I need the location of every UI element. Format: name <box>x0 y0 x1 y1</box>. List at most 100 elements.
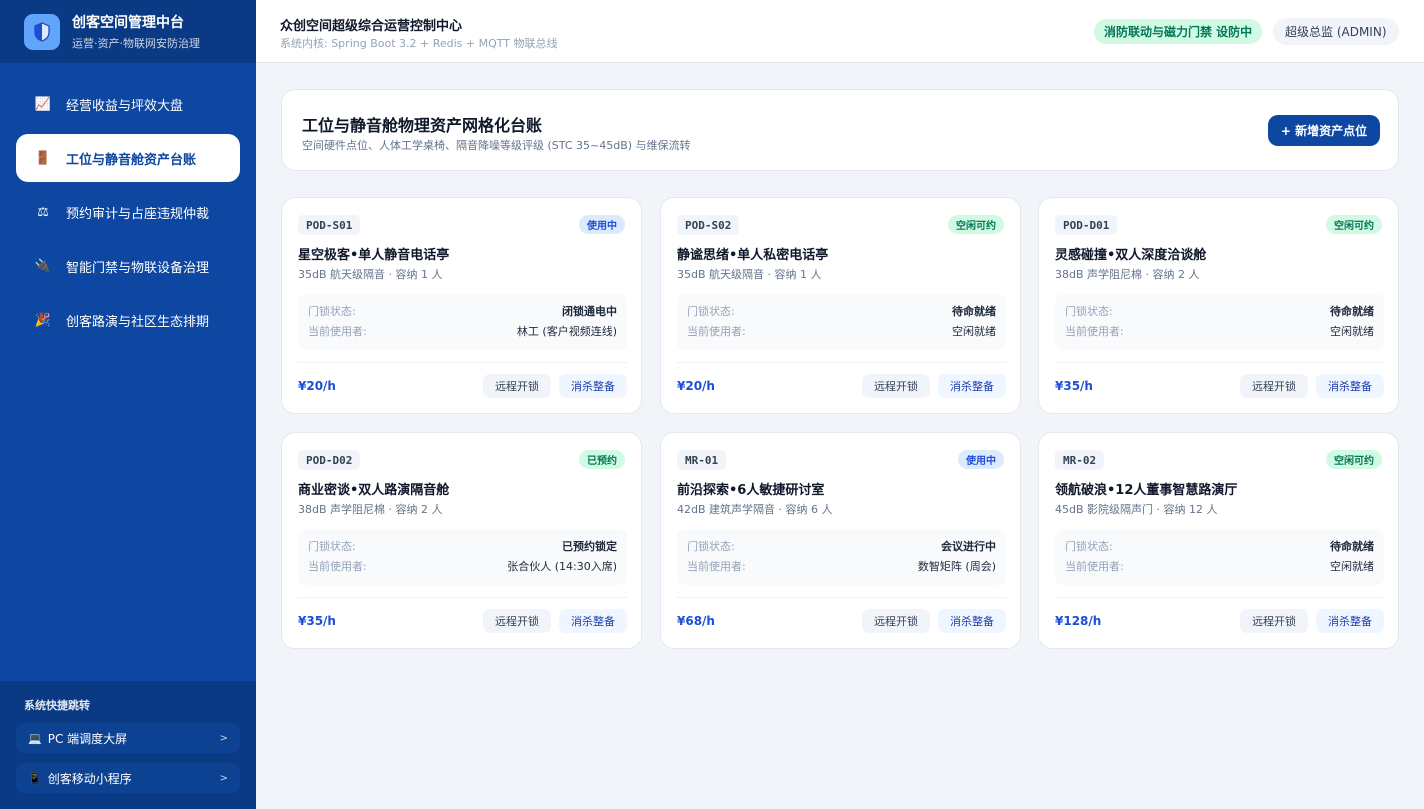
current-user-row: 当前使用者: 空闲就绪 <box>1065 321 1374 341</box>
sanitize-button[interactable]: 消杀整备 <box>938 609 1006 633</box>
asset-info-panel: 门锁状态: 待命就绪当前使用者: 空闲就绪 <box>1055 294 1384 350</box>
sidebar: 创客空间管理中台 运营·资产·物联网安防治理 📈 经营收益与坪效大盘 🚪 工位与… <box>0 0 256 809</box>
sidebar-item-label: 创客路演与社区生态排期 <box>66 314 210 330</box>
lock-status-row: 门锁状态: 会议进行中 <box>687 536 996 556</box>
status-badge: 使用中 <box>958 450 1004 469</box>
topbar: 众创空间超级综合运营控制中心 系统内核: Spring Boot 3.2 + R… <box>256 0 1424 63</box>
add-asset-button[interactable]: + 新增资产点位 <box>1268 115 1380 146</box>
section-header: 工位与静音舱物理资产网格化台账 空间硬件点位、人体工学桌椅、隔音降噪等级评级 (… <box>281 89 1399 171</box>
divider <box>1055 597 1384 598</box>
divider <box>677 362 1006 363</box>
asset-name: 领航破浪•12人董事智慧路演厅 <box>1055 483 1238 498</box>
asset-card[interactable]: MR-01 使用中前沿探索•6人敏捷研讨室 42dB 建筑声学隔音 · 容纳 6 人… <box>660 432 1021 649</box>
current-user-value: 林工 (客户视频连线) <box>516 325 617 338</box>
sidebar-item-assets[interactable]: 🚪 工位与静音舱资产台账 <box>16 134 240 182</box>
sanitize-button[interactable]: 消杀整备 <box>1316 374 1384 398</box>
monitor-icon: 💻 <box>28 731 42 745</box>
status-badge: 使用中 <box>579 215 625 234</box>
sidebar-item-events[interactable]: 🎉 创客路演与社区生态排期 <box>16 296 240 344</box>
asset-code: MR-01 <box>677 450 727 470</box>
brand-title: 创客空间管理中台 <box>72 15 184 31</box>
lock-status-value: 待命就绪 <box>1330 305 1374 318</box>
current-user-value: 张合伙人 (14:30入席) <box>507 560 617 573</box>
system-info: 系统内核: Spring Boot 3.2 + Redis + MQTT 物联总… <box>280 37 558 50</box>
asset-desc: 35dB 航天级隔音 · 容纳 1 人 <box>677 268 822 281</box>
remote-unlock-button[interactable]: 远程开锁 <box>862 374 930 398</box>
chart-icon: 📈 <box>34 96 52 112</box>
remote-unlock-button[interactable]: 远程开锁 <box>1240 374 1308 398</box>
sidebar-nav: 📈 经营收益与坪效大盘 🚪 工位与静音舱资产台账 ⚖ 预约审计与占座违规仲裁 🔌… <box>0 63 256 344</box>
sanitize-button[interactable]: 消杀整备 <box>938 374 1006 398</box>
asset-price: ¥20/h <box>298 379 336 393</box>
current-user-label: 当前使用者: <box>687 325 746 338</box>
sidebar-item-label: 预约审计与占座违规仲裁 <box>66 206 210 222</box>
current-user-row: 当前使用者: 空闲就绪 <box>1065 556 1374 576</box>
asset-price: ¥35/h <box>298 614 336 628</box>
chevron-right-icon: > <box>219 772 228 784</box>
remote-unlock-button[interactable]: 远程开锁 <box>862 609 930 633</box>
remote-unlock-button[interactable]: 远程开锁 <box>483 374 551 398</box>
current-user-value: 空闲就绪 <box>1330 560 1374 573</box>
current-user-row: 当前使用者: 空闲就绪 <box>687 321 996 341</box>
door-icon: 🚪 <box>34 150 52 166</box>
asset-name: 前沿探索•6人敏捷研讨室 <box>677 483 825 498</box>
quick-link-mini-program[interactable]: 📱 创客移动小程序 > <box>16 763 240 793</box>
asset-info-panel: 门锁状态: 待命就绪 当前使用者: 空闲就绪 <box>677 294 1006 350</box>
user-badge[interactable]: 超级总监 (ADMIN) <box>1273 18 1399 45</box>
asset-desc: 42dB 建筑声学隔音 · 容纳 6 人 <box>677 503 833 516</box>
asset-price: ¥68/h <box>677 614 715 628</box>
party-icon: 🎉 <box>34 312 52 328</box>
lock-status-value: 闭锁通电中 <box>562 305 617 318</box>
remote-unlock-button[interactable]: 远程开锁 <box>483 609 551 633</box>
asset-card[interactable]: MR-02 空闲可约领航破浪•12人董事智慧路演厅 45dB 影院级隔声门 · 容纳… <box>1038 432 1399 649</box>
lock-status-label: 门锁状态: <box>687 540 735 553</box>
quick-link-label: PC 端调度大屏 <box>47 731 128 746</box>
asset-card[interactable]: POD-D01 空闲可约 灵感碰撞•双人深度洽谈舱 38dB 声学阻尼棉 · 容纳 2… <box>1038 197 1399 414</box>
sanitize-button[interactable]: 消杀整备 <box>559 609 627 633</box>
sanitize-button[interactable]: 消杀整备 <box>1316 609 1384 633</box>
current-user-value: 空闲就绪 <box>1330 325 1374 338</box>
asset-price: ¥20/h <box>677 379 715 393</box>
asset-desc: 38dB 声学阻尼棉 · 容纳 2 人 <box>298 503 443 516</box>
lock-status-label: 门锁状态: <box>687 305 735 318</box>
sidebar-item-audit[interactable]: ⚖ 预约审计与占座违规仲裁 <box>16 188 240 236</box>
lock-status-label: 门锁状态: <box>308 540 356 553</box>
asset-code: POD-D01 <box>1055 215 1118 235</box>
lock-status-row: 门锁状态: 待命就绪 <box>1065 536 1374 556</box>
lock-status-label: 门锁状态: <box>1065 540 1113 553</box>
plug-icon: 🔌 <box>34 258 52 274</box>
sidebar-item-label: 智能门禁与物联设备治理 <box>66 260 210 276</box>
current-user-label: 当前使用者: <box>308 560 367 573</box>
status-badge: 空闲可约 <box>1326 450 1382 469</box>
asset-info-panel: 门锁状态: 待命就绪当前使用者: 空闲就绪 <box>1055 529 1384 585</box>
current-user-value: 数智矩阵 (周会) <box>917 560 996 573</box>
asset-card[interactable]: POD-D02 已预约 商业密谈•双人路演隔音舱 38dB 声学阻尼棉 · 容纳 2 … <box>281 432 642 649</box>
brand: 创客空间管理中台 运营·资产·物联网安防治理 <box>0 0 256 63</box>
section-title: 工位与静音舱物理资产网格化台账 <box>302 116 543 135</box>
asset-desc: 45dB 影院级隔声门 · 容纳 12 人 <box>1055 503 1218 516</box>
asset-price: ¥128/h <box>1055 614 1102 628</box>
current-user-label: 当前使用者: <box>687 560 746 573</box>
asset-code: MR-02 <box>1055 450 1105 470</box>
lock-status-label: 门锁状态: <box>308 305 356 318</box>
asset-desc: 35dB 航天级隔音 · 容纳 1 人 <box>298 268 443 281</box>
shield-icon <box>24 13 60 50</box>
asset-card[interactable]: POD-S02 空闲可约 静谧思绪•单人私密电话亭 35dB 航天级隔音 · 容纳 1… <box>660 197 1021 414</box>
asset-code: POD-D02 <box>298 450 361 470</box>
divider <box>298 597 627 598</box>
quick-link-label: 创客移动小程序 <box>47 771 132 786</box>
page-title: 众创空间超级综合运营控制中心 <box>280 19 463 34</box>
scales-icon: ⚖ <box>37 204 49 220</box>
remote-unlock-button[interactable]: 远程开锁 <box>1240 609 1308 633</box>
divider <box>298 362 627 363</box>
asset-card[interactable]: POD-S01 使用中 星空极客•单人静音电话亭 35dB 航天级隔音 · 容纳 1 … <box>281 197 642 414</box>
security-status-badge: 消防联动与磁力门禁 设防中 <box>1094 19 1263 44</box>
lock-status-value: 待命就绪 <box>1330 540 1374 553</box>
lock-status-value: 会议进行中 <box>941 540 996 553</box>
sanitize-button[interactable]: 消杀整备 <box>559 374 627 398</box>
section-subtitle: 空间硬件点位、人体工学桌椅、隔音降噪等级评级 (STC 35~45dB) 与维保… <box>302 139 691 152</box>
lock-status-label: 门锁状态: <box>1065 305 1113 318</box>
quick-link-pc-dashboard[interactable]: 💻 PC 端调度大屏 > <box>16 723 240 753</box>
sidebar-item-iot[interactable]: 🔌 智能门禁与物联设备治理 <box>16 242 240 290</box>
sidebar-item-revenue[interactable]: 📈 经营收益与坪效大盘 <box>16 80 240 128</box>
